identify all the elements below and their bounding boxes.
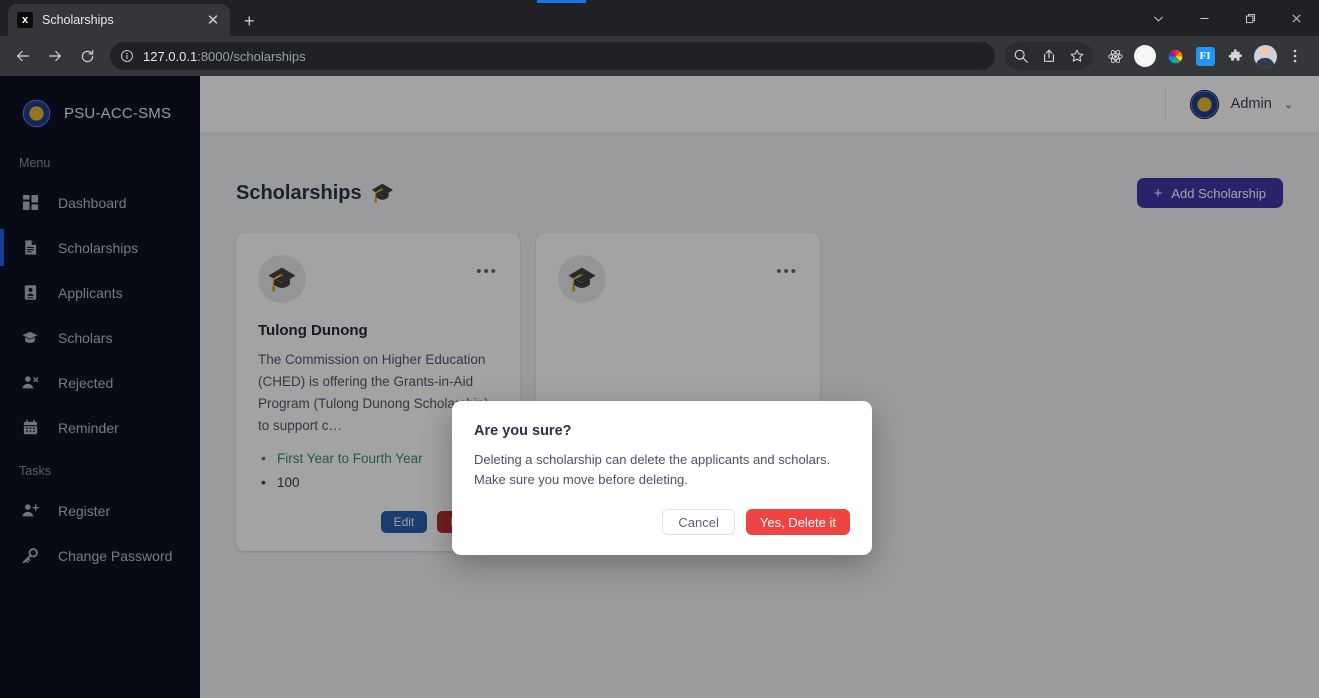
site-info-icon[interactable]: [120, 49, 134, 63]
x-favicon: x: [17, 12, 33, 28]
window-controls: [1135, 0, 1319, 36]
search-icon[interactable]: [1007, 42, 1035, 70]
new-tab-button[interactable]: +: [244, 12, 255, 30]
white-circle-icon[interactable]: [1131, 42, 1159, 70]
url-text: 127.0.0.1:8000/scholarships: [143, 49, 306, 64]
browser-tab-scholarships[interactable]: x Scholarships ✕: [8, 4, 230, 36]
url-host: 127.0.0.1: [143, 48, 198, 64]
browser-window: x Scholarships ✕ + 127.0.0.1:8000/schola…: [0, 0, 1319, 698]
top-progress-marker: [537, 0, 586, 3]
browser-toolbar: 127.0.0.1:8000/scholarships FI: [0, 36, 1319, 76]
fi-extension-icon[interactable]: FI: [1191, 42, 1219, 70]
omnibox-action-group: [1005, 42, 1093, 70]
address-bar[interactable]: 127.0.0.1:8000/scholarships: [110, 42, 995, 70]
confirm-delete-dialog: Are you sure? Deleting a scholarship can…: [452, 401, 872, 556]
chevron-down-icon[interactable]: [1135, 0, 1181, 36]
reload-button[interactable]: [72, 41, 102, 71]
forward-button[interactable]: [40, 41, 70, 71]
tab-strip: x Scholarships ✕ +: [0, 0, 1319, 36]
toolbar-right-icons: FI: [1005, 42, 1311, 70]
close-tab-icon[interactable]: ✕: [205, 13, 221, 28]
share-icon[interactable]: [1035, 42, 1063, 70]
dialog-title: Are you sure?: [474, 423, 572, 439]
react-devtools-icon[interactable]: [1101, 42, 1129, 70]
page-viewport: PSU-ACC-SMS Menu Dashboard Scholarships: [0, 76, 1319, 698]
restore-icon[interactable]: [1227, 0, 1273, 36]
extensions-puzzle-icon[interactable]: [1221, 42, 1249, 70]
bookmark-star-icon[interactable]: [1063, 42, 1091, 70]
cancel-button[interactable]: Cancel: [662, 509, 735, 536]
url-path: :8000/scholarships: [197, 48, 306, 64]
close-icon[interactable]: [1273, 0, 1319, 36]
tab-title: Scholarships: [42, 13, 114, 27]
color-wheel-icon[interactable]: [1161, 42, 1189, 70]
profile-avatar-icon[interactable]: [1251, 42, 1279, 70]
modal-overlay[interactable]: [0, 76, 1319, 698]
fi-icon-label: FI: [1195, 46, 1215, 66]
dialog-message: Deleting a scholarship can delete the ap…: [474, 452, 831, 488]
minimize-icon[interactable]: [1181, 0, 1227, 36]
confirm-delete-button[interactable]: Yes, Delete it: [745, 509, 850, 536]
back-button[interactable]: [8, 41, 38, 71]
chrome-menu-icon[interactable]: [1281, 42, 1309, 70]
dialog-actions: Cancel Yes, Delete it: [474, 509, 850, 536]
